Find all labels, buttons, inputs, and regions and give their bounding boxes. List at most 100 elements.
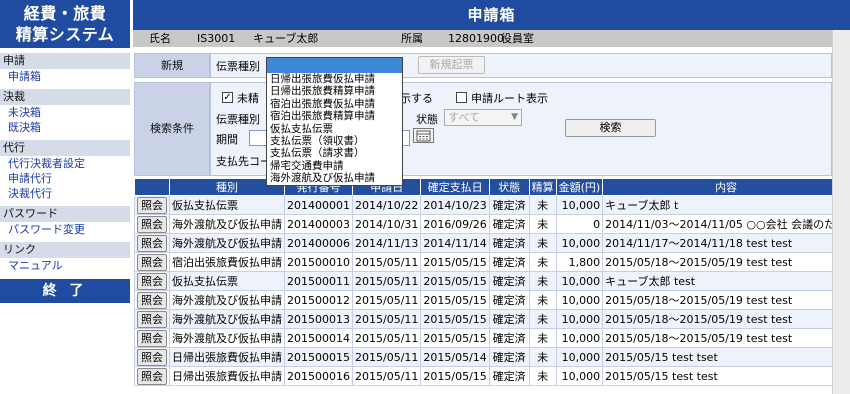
table-cell: 未 [528,271,557,291]
dropdown-option[interactable]: 日帰出張旅費仮払申請 [267,73,402,85]
view-button[interactable]: 照会 [137,215,167,233]
view-button[interactable]: 照会 [137,348,167,366]
table-cell: 10,000 [555,309,604,329]
slip-type-dropdown[interactable]: 日帰出張旅費仮払申請 日帰出張旅費精算申請 宿泊出張旅費仮払申請 宿泊出張旅費精算申請… [266,57,403,186]
table-cell: 201500015 [284,347,353,367]
dropdown-option[interactable]: 支払伝票（請求書） [267,147,402,159]
sidebar-link[interactable]: 未決箱 [0,105,130,120]
table-cell: 201500011 [284,271,353,291]
view-cell: 照会 [134,290,170,310]
sidebar-link[interactable]: 申請箱 [0,69,130,84]
sidebar-link[interactable]: 代行決裁者設定 [0,156,130,171]
table-row: 照会 仮払支払伝票 201500011 2015/05/11 2015/05/15 確定済… [134,271,850,291]
view-button[interactable]: 照会 [137,329,167,347]
table-cell: 未 [528,214,557,234]
dropdown-option[interactable]: 支払伝票（領収書） [267,135,402,147]
table-cell: 2015/05/15 [420,290,490,310]
exit-button[interactable]: 終 了 [0,279,130,303]
sidebar-link[interactable]: 申請代行 [0,171,130,186]
table-cell: 2014/10/22 [351,195,422,215]
table-row: 照会 日帰出張旅費仮払申請 201500015 2015/05/11 2015/05/1… [134,347,850,367]
sidebar-link[interactable]: 決裁代行 [0,186,130,201]
column-header: 確定支払日 [420,178,490,196]
table-cell: 未 [528,195,557,215]
view-button[interactable]: 照会 [137,253,167,271]
table-cell: 2015/05/15 [420,309,490,329]
view-button[interactable]: 照会 [137,196,167,214]
table-cell: キューブ太郎 test [602,271,850,291]
view-cell: 照会 [134,347,170,367]
table-row: 照会 宿泊出張旅費仮払申請 201500010 2015/05/11 2015/05/1… [134,252,850,272]
table-cell: 10,000 [555,328,604,348]
table-cell: 201400003 [284,214,353,234]
dropdown-option[interactable]: 海外渡航及び仮払申請 [267,172,402,184]
view-button[interactable]: 照会 [137,234,167,252]
name-label: 氏名 [149,32,171,45]
route-checkbox[interactable] [456,92,467,103]
new-panel-label: 新規 [134,53,210,78]
table-cell: 10,000 [555,233,604,253]
unsettled-checkbox[interactable]: ✓ [222,92,233,103]
user-info-bar: 氏名 IS3001 キューブ太郎 所属 12801900 役員室 [133,30,850,47]
view-cell: 照会 [134,195,170,215]
table-cell: 確定済 [488,328,530,348]
table-row: 照会 海外渡航及び仮払申請 201400003 2014/10/31 2016/09/2… [134,214,850,234]
dropdown-option[interactable]: 帰宅交通費申請 [267,160,402,172]
dropdown-option[interactable]: 仮払支払伝票 [267,123,402,135]
status-select[interactable]: すべて ▼ [444,109,522,126]
dropdown-option[interactable]: 宿泊出張旅費仮払申請 [267,98,402,110]
dropdown-selected[interactable] [267,58,402,73]
table-cell: 10,000 [555,366,604,386]
page-title: 申請箱 [133,0,850,30]
table-row: 照会 海外渡航及び仮払申請 201500013 2015/05/11 2015/05/1… [134,309,850,329]
sidebar-section-head: 決裁 [0,89,130,105]
table-cell: 仮払支払伝票 [169,271,285,291]
payee-code-label: 支払先コー [216,155,271,168]
period-to-input[interactable] [402,130,410,146]
table-cell: 201400001 [284,195,353,215]
table-cell: 1,800 [555,252,604,272]
dropdown-option[interactable]: 宿泊出張旅費精算申請 [267,110,402,122]
view-cell: 照会 [134,328,170,348]
dept-code: 12801900 [448,32,504,45]
chevron-down-icon: ▼ [511,112,518,122]
sidebar-link[interactable]: パスワード変更 [0,222,130,237]
column-header: 精算 [528,178,557,196]
dropdown-option[interactable]: 日帰出張旅費精算申請 [267,85,402,97]
calendar-icon[interactable] [413,128,434,143]
table-cell: 未 [528,366,557,386]
column-header: 金額(円) [555,178,604,196]
table-cell: 確定済 [488,290,530,310]
status-label: 状態 [416,113,438,126]
table-cell: 海外渡航及び仮払申請 [169,328,285,348]
table-cell: 2014/11/17～2014/11/18 test test [602,233,850,253]
table-cell: 確定済 [488,252,530,272]
new-slip-button[interactable]: 新規起票 [418,56,485,74]
table-cell: 2015/05/18～2015/05/19 test test [602,309,850,329]
period-label: 期間 [216,133,238,146]
view-button[interactable]: 照会 [137,291,167,309]
search-button[interactable]: 検索 [565,119,656,137]
sidebar-link[interactable]: 既決箱 [0,120,130,135]
table-cell: 2014/11/13 [351,233,422,253]
app-title-line2: 精算システム [15,25,115,44]
table-cell: 2015/05/15 [420,366,490,386]
view-button[interactable]: 照会 [137,310,167,328]
table-cell: 仮払支払伝票 [169,195,285,215]
view-button[interactable]: 照会 [137,367,167,385]
vertical-scrollbar[interactable] [832,30,850,394]
table-cell: 2015/05/15 [420,252,490,272]
table-cell: 2015/05/14 [420,347,490,367]
view-cell: 照会 [134,233,170,253]
table-header-row: 種別 発行番号 申請日 確定支払日 状態 精算 金額(円) 内容 [134,178,850,196]
table-cell: 201400006 [284,233,353,253]
sidebar-link[interactable]: マニュアル [0,258,130,273]
dept-label: 所属 [401,32,423,45]
table-cell: 10,000 [555,195,604,215]
period-from-input[interactable] [249,130,267,146]
table-cell: 日帰出張旅費仮払申請 [169,347,285,367]
table-cell: 確定済 [488,309,530,329]
view-cell: 照会 [134,366,170,386]
show-label: 示する [400,92,433,105]
view-button[interactable]: 照会 [137,272,167,290]
